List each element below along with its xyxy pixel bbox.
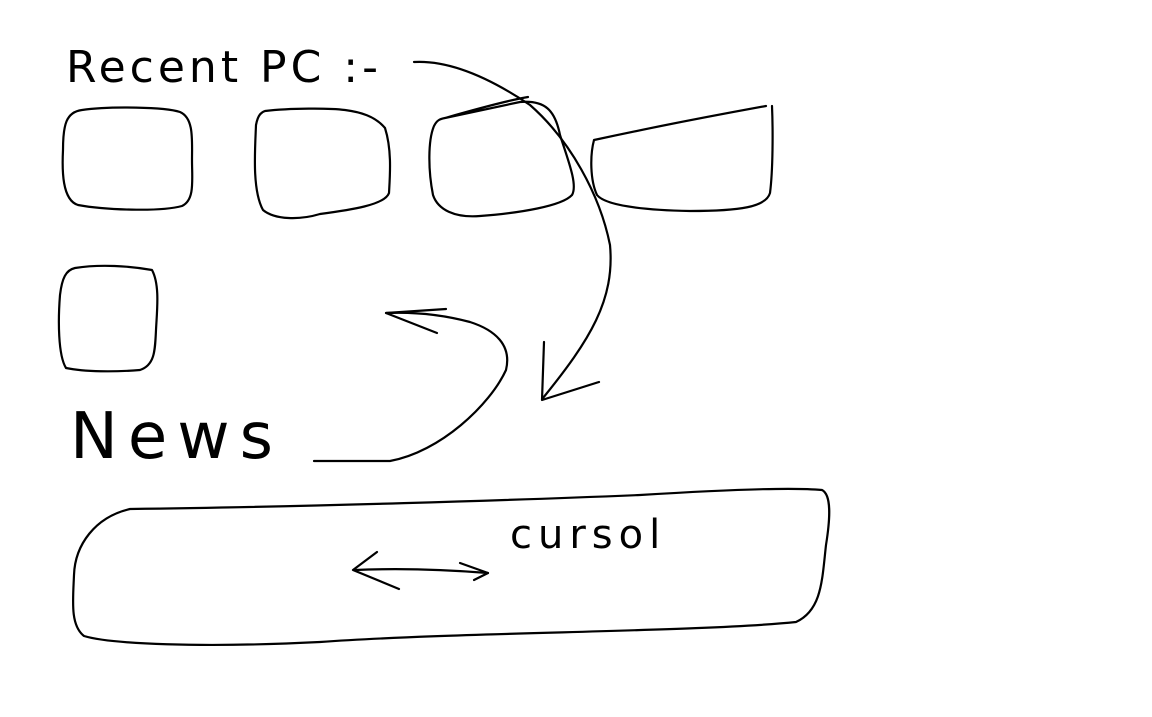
recent-pc-card-2[interactable] (253, 107, 392, 220)
recent-pc-heading: Recent PC :- (66, 42, 382, 93)
news-back-arrow (312, 311, 509, 463)
recent-pc-card-1[interactable] (61, 106, 194, 211)
carousel-label: cursol (510, 512, 666, 558)
recent-pc-card-5[interactable] (57, 264, 159, 373)
carousel-container[interactable] (71, 487, 831, 646)
wireframe-sketch: Recent PC :- News cursol (57, 42, 831, 646)
recent-pc-card-4[interactable] (590, 104, 774, 213)
scroll-down-arrowhead (540, 340, 601, 402)
recent-pc-card-3[interactable] (428, 95, 575, 218)
news-heading: News (70, 400, 283, 474)
swipe-arrow[interactable] (353, 568, 490, 575)
scroll-down-arrow (412, 60, 612, 400)
